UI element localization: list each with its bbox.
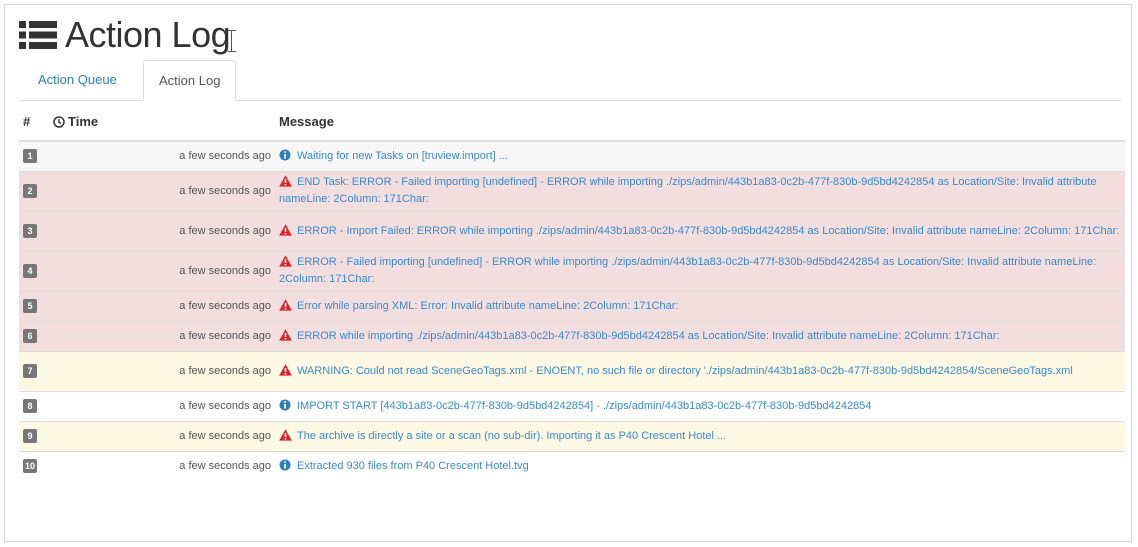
row-time: a few seconds ago <box>49 450 275 481</box>
row-number-cell: 9 <box>19 420 49 451</box>
row-number-badge: 5 <box>23 299 37 313</box>
row-number-badge: 9 <box>23 429 37 443</box>
row-time: a few seconds ago <box>49 320 275 351</box>
row-number-badge: 8 <box>23 399 37 413</box>
row-number-badge: 2 <box>23 184 37 198</box>
row-time: a few seconds ago <box>49 140 275 171</box>
table-row: 5 a few seconds ago Error while parsing XM… <box>19 290 1125 321</box>
row-message[interactable]: ERROR while importing ./zips/admin/443b1… <box>297 330 1000 342</box>
list-icon <box>19 21 57 49</box>
row-message[interactable]: Extracted 930 files from P40 Crescent Ho… <box>297 460 529 472</box>
row-number-cell: 6 <box>19 320 49 351</box>
row-message[interactable]: ERROR - Failed importing [undefined] - E… <box>279 256 1096 285</box>
row-message[interactable]: The archive is directly a site or a scan… <box>297 430 726 442</box>
table-row: 8 a few seconds ago IMPORT START [443b1a83… <box>19 390 1125 421</box>
table-row: 7 a few seconds ago WARNING: Could not rea… <box>19 350 1125 391</box>
row-message-cell: ERROR - Import Failed: ERROR while impor… <box>275 210 1125 251</box>
row-number-badge: 3 <box>23 224 37 238</box>
row-message[interactable]: END Task: ERROR - Failed importing [unde… <box>279 176 1097 205</box>
warning-triangle-icon <box>279 428 292 441</box>
table-row: 10 a few seconds ago Extracted 930 files f… <box>19 450 1125 481</box>
column-header-number: # <box>19 103 49 142</box>
row-message-cell: ERROR - Failed importing [undefined] - E… <box>275 250 1125 291</box>
page-header: Action Log <box>19 13 237 57</box>
column-header-message: Message <box>275 103 1125 142</box>
page-title: Action Log <box>65 14 231 55</box>
row-time: a few seconds ago <box>49 290 275 321</box>
warning-triangle-icon <box>279 328 292 341</box>
warning-triangle-icon <box>279 298 292 311</box>
row-number-badge: 4 <box>23 264 37 278</box>
row-number-cell: 4 <box>19 250 49 291</box>
row-message[interactable]: Waiting for new Tasks on [truview.import… <box>297 150 508 162</box>
row-message[interactable]: Error while parsing XML: Error: Invalid … <box>297 300 679 312</box>
table-row: 1 a few seconds ago Waiting for new Tasks … <box>19 140 1125 171</box>
row-message[interactable]: IMPORT START [443b1a83-0c2b-477f-830b-9d… <box>297 400 871 412</box>
table-row: 9 a few seconds ago The archive is directl… <box>19 420 1125 451</box>
action-log-panel: Action Log Action Queue Action Log # Tim… <box>4 4 1132 542</box>
info-icon <box>279 399 291 410</box>
row-time: a few seconds ago <box>49 250 275 291</box>
row-number-badge: 1 <box>23 149 37 164</box>
row-message-cell: Extracted 930 files from P40 Crescent Ho… <box>275 450 1125 481</box>
row-time: a few seconds ago <box>49 390 275 421</box>
row-number-cell: 7 <box>19 350 49 391</box>
log-rows: 1 a few seconds ago Waiting for new Tasks … <box>19 140 1125 481</box>
row-time: a few seconds ago <box>49 420 275 451</box>
text-cursor-icon <box>228 30 237 52</box>
column-header-time: Time <box>49 103 275 142</box>
row-number-cell: 2 <box>19 170 49 211</box>
row-message-cell: IMPORT START [443b1a83-0c2b-477f-830b-9d… <box>275 390 1125 421</box>
row-time: a few seconds ago <box>49 170 275 211</box>
row-number-cell: 8 <box>19 390 49 421</box>
row-message-cell: WARNING: Could not read SceneGeoTags.xml… <box>275 350 1125 391</box>
table-row: 2 a few seconds ago END Task: ERROR - Fail… <box>19 170 1125 211</box>
warning-triangle-icon <box>279 363 292 376</box>
table-row: 3 a few seconds ago ERROR - Import Failed:… <box>19 210 1125 251</box>
table-row: 6 a few seconds ago ERROR while importing … <box>19 320 1125 351</box>
row-number-badge: 10 <box>23 459 38 474</box>
row-message-cell: Error while parsing XML: Error: Invalid … <box>275 290 1125 321</box>
tab-bar: Action Queue Action Log <box>19 60 1121 101</box>
row-number-cell: 10 <box>19 450 49 481</box>
row-message-cell: ERROR while importing ./zips/admin/443b1… <box>275 320 1125 351</box>
column-header-time-label: Time <box>68 114 99 129</box>
row-number-cell: 3 <box>19 210 49 251</box>
warning-triangle-icon <box>279 223 292 236</box>
clock-icon <box>53 116 65 128</box>
info-icon <box>279 459 291 471</box>
info-icon <box>279 149 291 161</box>
row-number-badge: 7 <box>23 364 37 378</box>
row-message[interactable]: ERROR - Import Failed: ERROR while impor… <box>297 225 1119 237</box>
warning-triangle-icon <box>279 255 292 267</box>
row-time: a few seconds ago <box>49 350 275 391</box>
table-row: 4 a few seconds ago ERROR - Failed importi… <box>19 250 1125 291</box>
tab-action-queue[interactable]: Action Queue <box>23 60 132 100</box>
row-message[interactable]: WARNING: Could not read SceneGeoTags.xml… <box>297 365 1073 377</box>
row-message-cell: Waiting for new Tasks on [truview.import… <box>275 140 1125 171</box>
row-number-badge: 6 <box>23 329 37 343</box>
warning-triangle-icon <box>279 175 292 187</box>
row-time: a few seconds ago <box>49 210 275 251</box>
row-message-cell: The archive is directly a site or a scan… <box>275 420 1125 451</box>
log-table: # Time Message 1 a few seconds ago Waiting… <box>19 103 1125 481</box>
row-number-cell: 1 <box>19 140 49 171</box>
row-message-cell: END Task: ERROR - Failed importing [unde… <box>275 170 1125 211</box>
row-number-cell: 5 <box>19 290 49 321</box>
table-header-row: # Time Message <box>19 103 1125 142</box>
tab-action-log[interactable]: Action Log <box>143 60 237 101</box>
